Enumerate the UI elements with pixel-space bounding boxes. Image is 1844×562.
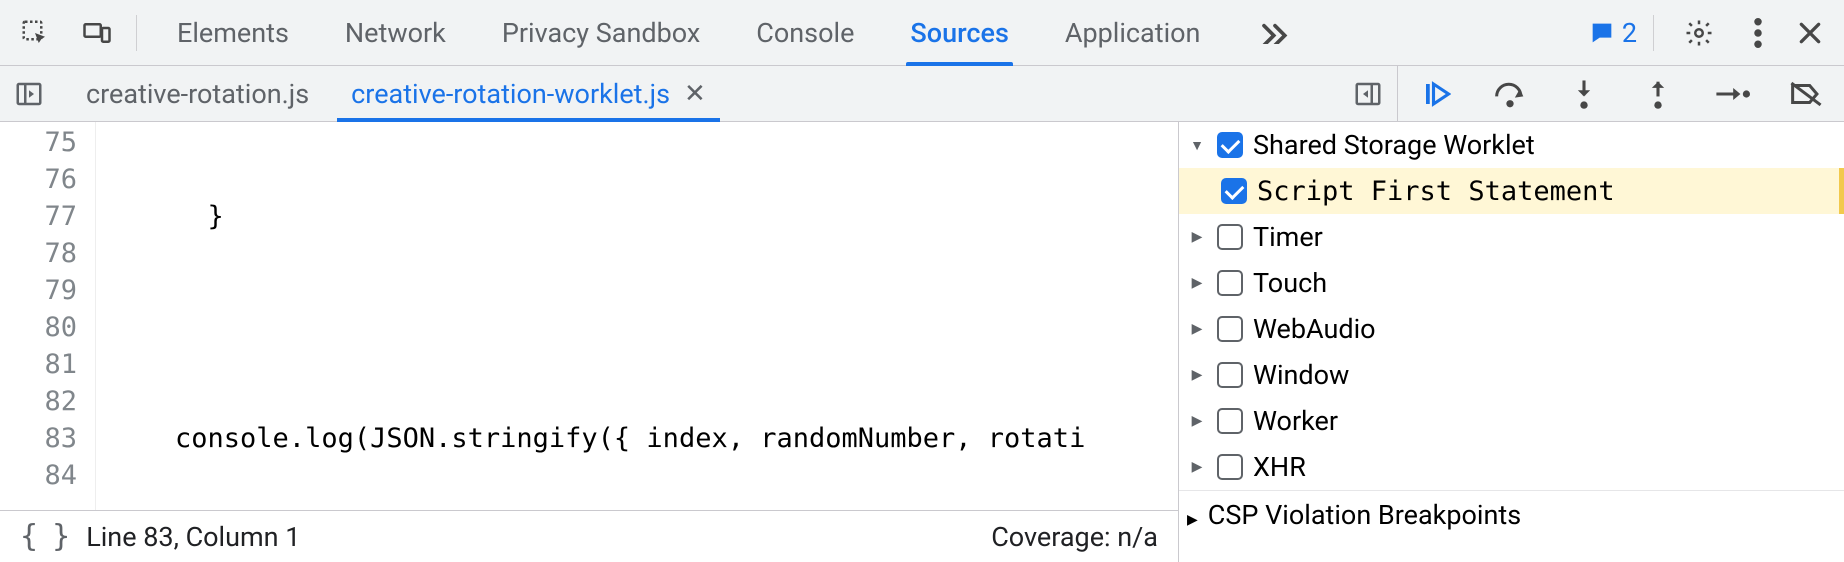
bp-category-window[interactable]: Window bbox=[1179, 352, 1844, 398]
chevron-right-icon bbox=[1187, 367, 1207, 383]
tab-network[interactable]: Network bbox=[341, 0, 450, 65]
show-debugger-icon[interactable] bbox=[1345, 71, 1391, 117]
bp-category-webaudio[interactable]: WebAudio bbox=[1179, 306, 1844, 352]
checkbox-checked[interactable] bbox=[1217, 132, 1243, 158]
navigator-toggle-icon[interactable] bbox=[6, 71, 52, 117]
bp-category-timer[interactable]: Timer bbox=[1179, 214, 1844, 260]
line-gutter: 75 76 77 78 79 80 81 82 83 84 bbox=[0, 122, 96, 510]
bp-category-worker[interactable]: Worker bbox=[1179, 398, 1844, 444]
step-out-icon[interactable] bbox=[1638, 74, 1678, 114]
checkbox-unchecked[interactable] bbox=[1217, 224, 1243, 250]
bp-category-label: Worker bbox=[1253, 405, 1338, 437]
toolbar-separator bbox=[136, 15, 137, 51]
bp-category-label: Touch bbox=[1253, 267, 1327, 299]
bp-item-label: Script First Statement bbox=[1257, 176, 1615, 207]
tab-label: Elements bbox=[177, 17, 289, 49]
line-number: 75 bbox=[0, 124, 77, 161]
editor-pane: 75 76 77 78 79 80 81 82 83 84 } console.… bbox=[0, 122, 1179, 562]
line-number: 82 bbox=[0, 383, 77, 420]
tab-label: Privacy Sandbox bbox=[502, 17, 700, 49]
bp-category-label: XHR bbox=[1253, 451, 1306, 483]
file-tab-active[interactable]: creative-rotation-worklet.js ✕ bbox=[337, 66, 720, 121]
checkbox-unchecked[interactable] bbox=[1217, 454, 1243, 480]
tab-console[interactable]: Console bbox=[752, 0, 858, 65]
toolbar-right: 2 bbox=[1588, 4, 1838, 62]
coverage-status: Coverage: n/a bbox=[991, 521, 1158, 553]
file-tab-label: creative-rotation.js bbox=[86, 78, 309, 110]
cursor-position: Line 83, Column 1 bbox=[86, 521, 300, 553]
chevron-right-icon bbox=[1187, 499, 1198, 531]
chevron-right-icon bbox=[1187, 321, 1207, 337]
line-number: 76 bbox=[0, 161, 77, 198]
editor-status-bar: { } Line 83, Column 1 Coverage: n/a bbox=[0, 510, 1178, 562]
tab-sources[interactable]: Sources bbox=[906, 0, 1012, 65]
checkbox-unchecked[interactable] bbox=[1217, 408, 1243, 434]
bp-category-xhr[interactable]: XHR bbox=[1179, 444, 1844, 490]
chevron-right-icon bbox=[1187, 413, 1207, 429]
file-tab-label: creative-rotation-worklet.js bbox=[351, 78, 670, 110]
bp-section-label: CSP Violation Breakpoints bbox=[1208, 499, 1521, 531]
checkbox-unchecked[interactable] bbox=[1217, 270, 1243, 296]
step-icon[interactable] bbox=[1712, 74, 1752, 114]
more-tabs-icon[interactable] bbox=[1252, 4, 1298, 62]
debugger-controls bbox=[1398, 66, 1844, 121]
line-number: 77 bbox=[0, 198, 77, 235]
resume-icon[interactable] bbox=[1416, 74, 1456, 114]
bp-category-touch[interactable]: Touch bbox=[1179, 260, 1844, 306]
kebab-menu-icon[interactable] bbox=[1738, 4, 1778, 62]
inspect-element-icon[interactable] bbox=[6, 4, 64, 62]
main-tabs: Elements Network Privacy Sandbox Console… bbox=[147, 0, 1584, 65]
toolbar-separator bbox=[1653, 15, 1654, 51]
step-over-icon[interactable] bbox=[1490, 74, 1530, 114]
breakpoints-panel: Shared Storage Worklet Script First Stat… bbox=[1179, 122, 1844, 562]
bp-category-label: Window bbox=[1253, 359, 1349, 391]
chevron-right-icon bbox=[1187, 229, 1207, 245]
bp-category-label: Timer bbox=[1253, 221, 1323, 253]
tab-privacy-sandbox[interactable]: Privacy Sandbox bbox=[498, 0, 704, 65]
close-tab-icon[interactable]: ✕ bbox=[684, 79, 706, 109]
checkbox-unchecked[interactable] bbox=[1217, 362, 1243, 388]
code-body[interactable]: } console.log(JSON.stringify({ index, ra… bbox=[96, 122, 1178, 510]
messages-badge[interactable]: 2 bbox=[1588, 17, 1637, 49]
chevron-down-icon bbox=[1187, 137, 1207, 154]
bp-category-label: Shared Storage Worklet bbox=[1253, 129, 1535, 161]
code-text: } bbox=[110, 201, 224, 232]
line-number: 78 bbox=[0, 235, 77, 272]
checkbox-unchecked[interactable] bbox=[1217, 316, 1243, 342]
chevron-right-icon bbox=[1187, 459, 1207, 475]
close-devtools-icon[interactable] bbox=[1788, 4, 1832, 62]
file-tab-strip: creative-rotation.js creative-rotation-w… bbox=[0, 66, 1398, 121]
line-number: 80 bbox=[0, 309, 77, 346]
code-editor[interactable]: 75 76 77 78 79 80 81 82 83 84 } console.… bbox=[0, 122, 1178, 510]
line-number: 84 bbox=[0, 457, 77, 494]
line-number: 81 bbox=[0, 346, 77, 383]
tab-label: Application bbox=[1065, 17, 1201, 49]
line-number: 83 bbox=[0, 420, 77, 457]
pretty-print-icon[interactable]: { } bbox=[20, 519, 68, 554]
sources-toolbar: creative-rotation.js creative-rotation-w… bbox=[0, 66, 1844, 122]
code-text: console.log(JSON.stringify({ index, rand… bbox=[110, 423, 1085, 454]
checkbox-checked[interactable] bbox=[1221, 178, 1247, 204]
line-number: 79 bbox=[0, 272, 77, 309]
tab-label: Sources bbox=[910, 17, 1008, 49]
tab-application[interactable]: Application bbox=[1061, 0, 1205, 65]
device-toggle-icon[interactable] bbox=[68, 4, 126, 62]
messages-count: 2 bbox=[1622, 17, 1637, 49]
chevron-right-icon bbox=[1187, 275, 1207, 291]
devtools-main-toolbar: Elements Network Privacy Sandbox Console… bbox=[0, 0, 1844, 66]
settings-icon[interactable] bbox=[1670, 4, 1728, 62]
bp-category-label: WebAudio bbox=[1253, 313, 1376, 345]
file-tab-inactive[interactable]: creative-rotation.js bbox=[72, 66, 323, 121]
tab-elements[interactable]: Elements bbox=[173, 0, 293, 65]
bp-category-shared-storage-worklet[interactable]: Shared Storage Worklet bbox=[1179, 122, 1844, 168]
step-into-icon[interactable] bbox=[1564, 74, 1604, 114]
deactivate-breakpoints-icon[interactable] bbox=[1786, 74, 1826, 114]
tab-label: Console bbox=[756, 17, 854, 49]
bp-section-csp[interactable]: CSP Violation Breakpoints bbox=[1179, 490, 1844, 538]
tab-label: Network bbox=[345, 17, 446, 49]
content-split: 75 76 77 78 79 80 81 82 83 84 } console.… bbox=[0, 122, 1844, 562]
bp-item-script-first-statement[interactable]: Script First Statement bbox=[1179, 168, 1844, 214]
